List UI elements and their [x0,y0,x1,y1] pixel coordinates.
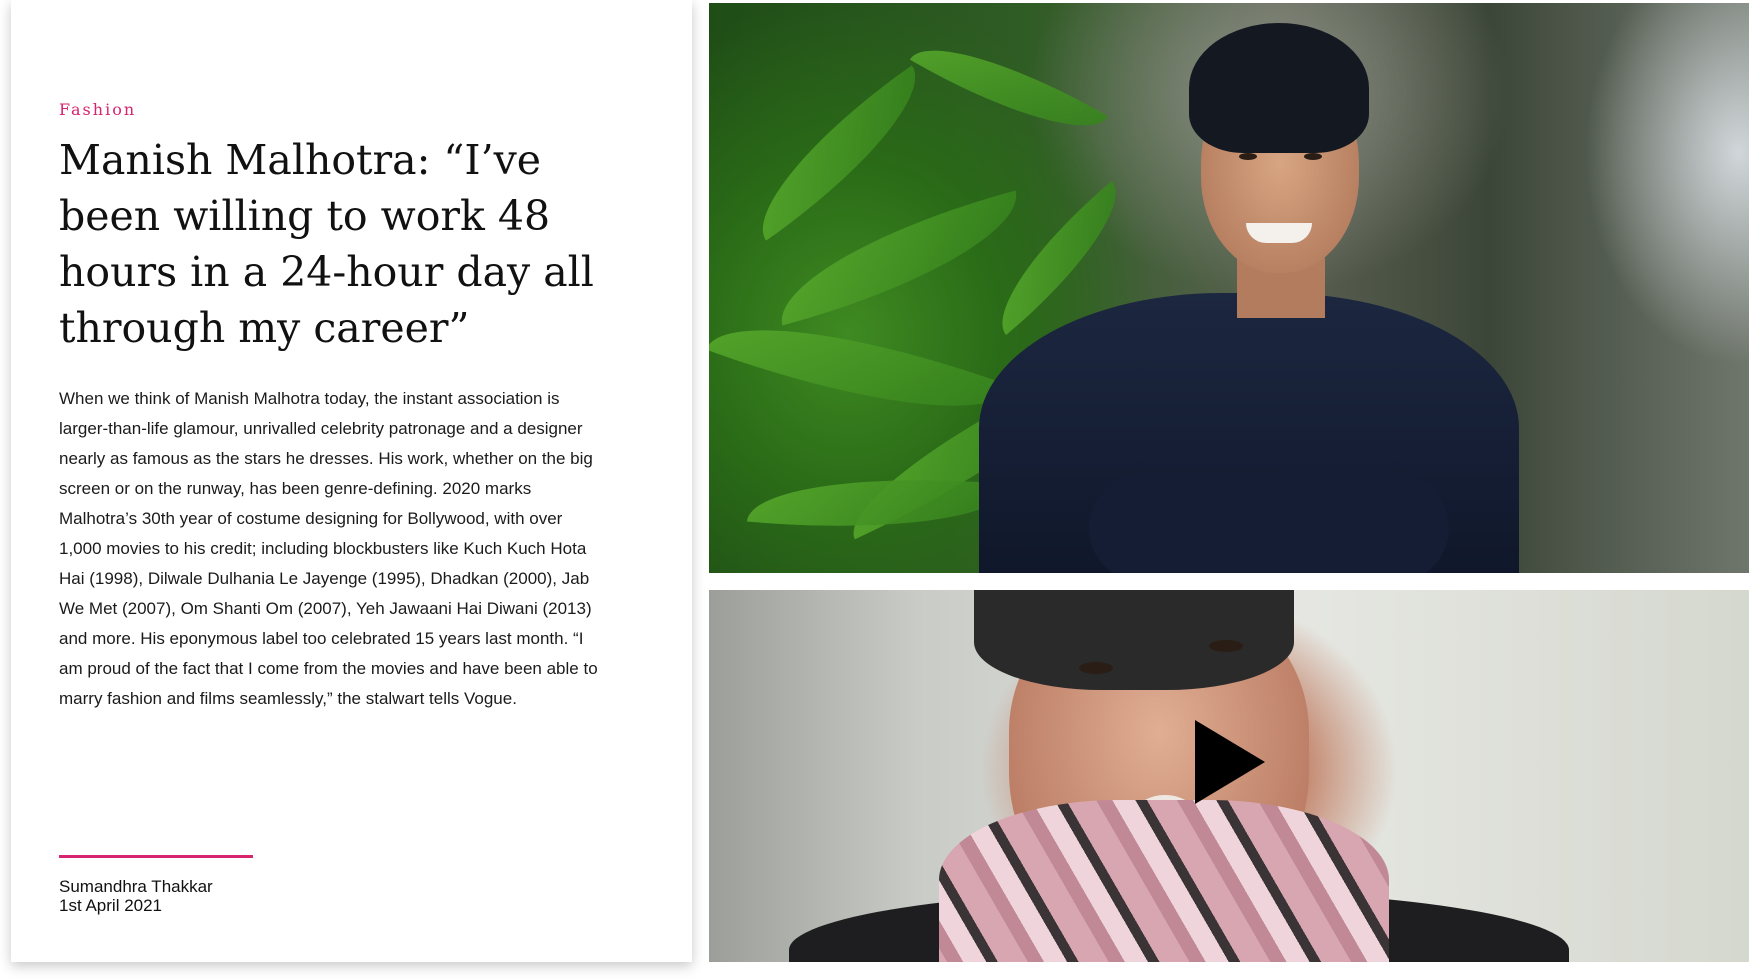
article-card: Fashion Manish Malhotra: “I’ve been will… [11,0,692,962]
article-headline: Manish Malhotra: “I’ve been willing to w… [59,136,594,352]
accent-divider [59,855,253,858]
category-link[interactable]: Fashion [59,100,136,119]
publish-date: 1st April 2021 [59,896,163,915]
article-page: Fashion Manish Malhotra: “I’ve been will… [0,0,1749,980]
author-name[interactable]: Sumandhra Thakkar [59,877,213,896]
article-body: When we think of Manish Malhotra today, … [59,389,598,708]
play-icon[interactable] [1195,720,1265,804]
video-thumbnail[interactable] [709,590,1749,962]
hero-photo [709,3,1749,573]
